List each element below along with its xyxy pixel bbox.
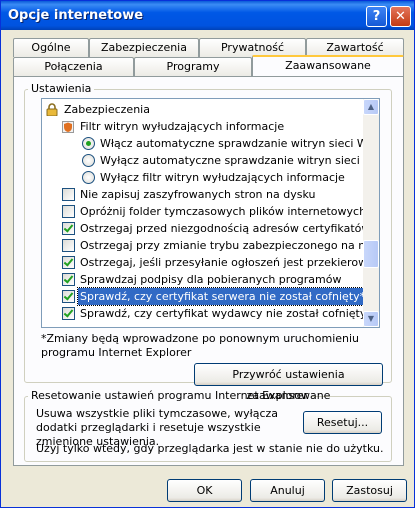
list-item-label: Ostrzegaj przed niezgodnością adresów ce… — [80, 222, 376, 235]
tab-general[interactable]: Ogólne — [13, 38, 89, 57]
tab-label: Prywatność — [220, 41, 284, 54]
list-item-label: Wyłącz filtr witryn wyłudzających inform… — [100, 171, 345, 184]
checkbox[interactable] — [62, 256, 75, 269]
checkbox[interactable] — [62, 188, 75, 201]
settings-group-label: Ustawienia — [28, 82, 95, 95]
tab-programs[interactable]: Programy — [134, 57, 252, 76]
list-item-label: Wyłącz automatyczne sprawdzanie witryn s… — [100, 154, 380, 167]
help-button[interactable]: ? — [366, 6, 387, 27]
list-item-label: Nie zapisuj zaszyfrowanych stron na dysk… — [80, 188, 316, 201]
list-item-label: Opróżnij folder tymczasowych plików inte… — [80, 205, 380, 218]
tab-advanced[interactable]: Zaawansowane — [252, 55, 404, 76]
radio-button[interactable] — [82, 154, 95, 167]
close-icon: ✕ — [395, 9, 406, 24]
list-item-label: Sprawdź, czy certyfikat serwera nie zost… — [76, 287, 369, 306]
radio-button[interactable] — [82, 171, 95, 184]
radio-button[interactable] — [82, 137, 95, 150]
scroll-thumb[interactable] — [363, 240, 379, 268]
cancel-button[interactable]: Anuluj — [250, 479, 325, 502]
checkbox[interactable] — [62, 290, 75, 303]
tab-label: Połączenia — [44, 60, 103, 73]
tab-connections[interactable]: Połączenia — [13, 57, 134, 76]
list-item-label: Ostrzegaj, jeśli przesyłanie ogłoszeń je… — [80, 256, 380, 269]
tab-label: Zawartość — [326, 41, 384, 54]
checkbox[interactable] — [62, 205, 75, 218]
restart-note: *Zmiany będą wprowadzone po ponownym uru… — [41, 332, 360, 359]
arrow-down-icon: ▼ — [367, 314, 375, 323]
arrow-up-icon: ▲ — [367, 102, 375, 111]
settings-scrollbar[interactable]: ▲ ▼ — [363, 99, 379, 327]
checkbox[interactable] — [62, 239, 75, 252]
list-item-label: Włącz automatyczne sprawdzanie witryn si… — [100, 137, 380, 150]
reset-button[interactable]: Resetuj... — [303, 411, 382, 434]
list-item-label: Sprawdź, czy certyfikat wydawcy nie zost… — [80, 307, 367, 320]
list-item-label: Filtr witryn wyłudzających informacje — [80, 120, 285, 133]
shield-icon — [62, 121, 74, 133]
scroll-up-button[interactable]: ▲ — [363, 99, 379, 115]
tab-label: Zaawansowane — [285, 59, 371, 72]
window-title: Opcje internetowe — [8, 8, 144, 23]
tab-label: Ogólne — [31, 41, 71, 54]
title-bar[interactable]: Opcje internetowe ? ✕ — [1, 1, 414, 30]
list-item-label: Zabezpieczenia — [64, 103, 150, 116]
list-item-label: Sprawdzaj podpisy dla pobieranych progra… — [80, 273, 342, 286]
close-button[interactable]: ✕ — [390, 6, 411, 27]
checkbox[interactable] — [62, 307, 75, 320]
question-mark-icon: ? — [372, 9, 381, 24]
apply-button[interactable]: Zastosuj — [332, 479, 407, 502]
tab-label: Zabezpieczenia — [101, 41, 187, 54]
tab-label: Programy — [166, 60, 220, 73]
restore-advanced-settings-button[interactable]: Przywróć ustawienia zaawansowane — [194, 363, 383, 402]
settings-list[interactable]: Zabezpieczenia Filtr witryn wyłudzającyc… — [41, 98, 380, 328]
lock-icon — [46, 103, 58, 117]
checkbox[interactable] — [62, 273, 75, 286]
checkbox[interactable] — [62, 222, 75, 235]
ok-button[interactable]: OK — [167, 479, 242, 502]
tab-security[interactable]: Zabezpieczenia — [89, 38, 199, 57]
list-item-label: Ostrzegaj przy zmianie trybu zabezpieczo… — [80, 239, 380, 252]
reset-warning: Użyj tylko wtedy, gdy przeglądarka jest … — [36, 442, 384, 455]
scroll-down-button[interactable]: ▼ — [363, 311, 379, 327]
internet-options-dialog: Opcje internetowe ? ✕ Ogólne Zabezpiecze… — [0, 0, 415, 508]
